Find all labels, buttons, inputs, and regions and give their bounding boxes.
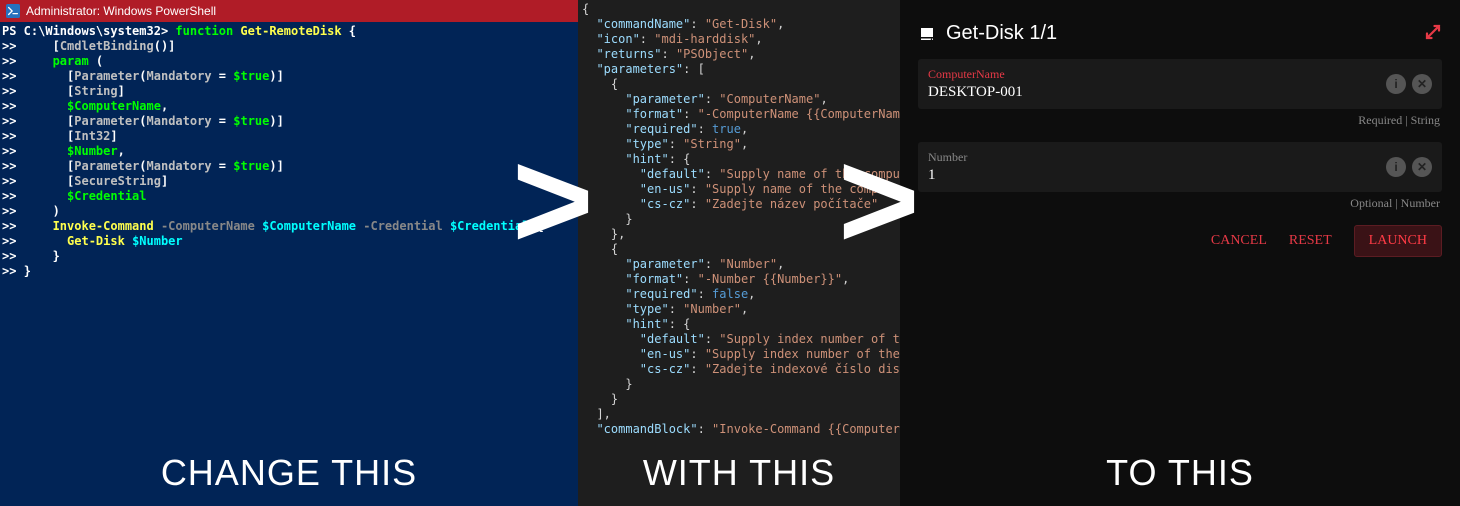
card-title: Get-Disk 1/1 <box>946 22 1057 45</box>
powershell-icon <box>6 4 20 18</box>
reset-button[interactable]: RESET <box>1289 233 1332 249</box>
ps-titlebar[interactable]: Administrator: Windows PowerShell <box>0 0 578 22</box>
expand-icon[interactable] <box>1424 23 1442 45</box>
caption-with-this: WITH THIS <box>578 452 900 494</box>
ui-panel: Get-Disk 1/1 ComputerNameDESKTOP-001i✕Re… <box>900 0 1460 506</box>
form-card: Get-Disk 1/1 ComputerNameDESKTOP-001i✕Re… <box>918 16 1442 257</box>
clear-icon[interactable]: ✕ <box>1412 74 1432 94</box>
json-code[interactable]: { "commandName": "Get-Disk", "icon": "md… <box>578 0 900 439</box>
field-label: ComputerName <box>928 67 1386 82</box>
card-header: Get-Disk 1/1 <box>918 16 1442 59</box>
fields-container: ComputerNameDESKTOP-001i✕Required | Stri… <box>918 59 1442 211</box>
info-icon[interactable]: i <box>1386 157 1406 177</box>
field-icons: i✕ <box>1386 74 1432 94</box>
field-meta: Required | String <box>918 113 1440 128</box>
cancel-button[interactable]: CANCEL <box>1211 233 1267 249</box>
ps-code[interactable]: PS C:\Windows\system32> function Get-Rem… <box>0 22 578 281</box>
stage: Administrator: Windows PowerShell PS C:\… <box>0 0 1460 506</box>
launch-button[interactable]: LAUNCH <box>1354 225 1442 257</box>
caption-change-this: CHANGE THIS <box>0 452 578 494</box>
json-panel: { "commandName": "Get-Disk", "icon": "md… <box>578 0 900 506</box>
actions-row: CANCEL RESET LAUNCH <box>918 225 1442 257</box>
field-value[interactable]: 1 <box>928 167 1386 184</box>
powershell-panel: Administrator: Windows PowerShell PS C:\… <box>0 0 578 506</box>
field-icons: i✕ <box>1386 157 1432 177</box>
field-number[interactable]: Number1i✕ <box>918 142 1442 192</box>
ps-title: Administrator: Windows PowerShell <box>26 4 216 18</box>
field-computername[interactable]: ComputerNameDESKTOP-001i✕ <box>918 59 1442 109</box>
clear-icon[interactable]: ✕ <box>1412 157 1432 177</box>
field-label: Number <box>928 150 1386 165</box>
field-value[interactable]: DESKTOP-001 <box>928 84 1386 101</box>
harddisk-icon <box>918 25 936 43</box>
field-meta: Optional | Number <box>918 196 1440 211</box>
caption-to-this: TO THIS <box>900 452 1460 494</box>
info-icon[interactable]: i <box>1386 74 1406 94</box>
